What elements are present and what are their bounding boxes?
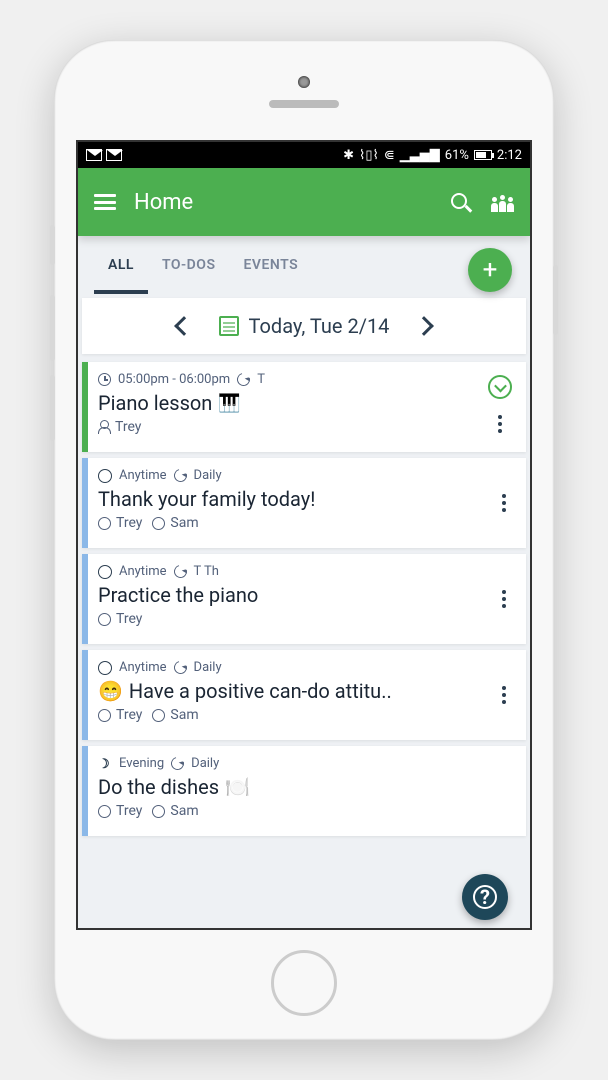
more-options-button[interactable]	[496, 488, 512, 518]
smile-emoji: 😁	[98, 679, 123, 703]
prev-day-button[interactable]	[174, 316, 194, 336]
date-navigator: Today, Tue 2/14	[82, 298, 526, 354]
phone-mute-switch	[50, 225, 55, 265]
add-button[interactable]: +	[468, 248, 512, 292]
battery-pct: 61%	[445, 148, 469, 163]
search-button[interactable]	[451, 193, 469, 211]
phone-volume-up	[50, 295, 55, 361]
repeat-icon	[235, 371, 253, 389]
task-card[interactable]: 05:00pm - 06:00pm T Piano lesson 🎹 Trey	[82, 362, 526, 452]
card-when: Anytime	[119, 564, 167, 579]
vibrate-icon: ⌇▯⌇	[359, 148, 379, 163]
status-bar: ✱ ⌇▯⌇ ⋐ ▁▃▅▇ 61% 2:12	[78, 142, 530, 168]
phone-frame: ✱ ⌇▯⌇ ⋐ ▁▃▅▇ 61% 2:12 Home ALL TO-DOS EV…	[54, 40, 554, 1040]
tab-events[interactable]: EVENTS	[230, 236, 313, 294]
page-title: Home	[134, 190, 193, 215]
repeat-icon	[171, 563, 189, 581]
phone-volume-down	[50, 375, 55, 441]
tab-all[interactable]: ALL	[94, 236, 148, 294]
tab-todos[interactable]: TO-DOS	[148, 236, 230, 294]
card-repeat: T	[257, 372, 265, 387]
date-label: Today, Tue 2/14	[249, 314, 390, 338]
bluetooth-icon: ✱	[343, 148, 354, 163]
card-when: Evening	[119, 756, 164, 771]
phone-camera	[298, 76, 310, 88]
card-repeat: Daily	[194, 468, 222, 483]
mail-notification-icon	[86, 149, 102, 161]
calendar-icon	[219, 316, 239, 336]
card-repeat: T Th	[194, 564, 219, 579]
task-card[interactable]: Anytime Daily 😁 Have a positive can-do a…	[82, 650, 526, 740]
dishes-emoji: 🍽️	[225, 775, 250, 799]
card-repeat: Daily	[194, 660, 222, 675]
repeat-icon	[171, 467, 189, 485]
card-title: Do the dishes	[98, 775, 219, 799]
assignee-name: Sam	[170, 707, 198, 723]
expand-button[interactable]	[488, 375, 512, 399]
repeat-icon	[169, 755, 187, 773]
status-time: 2:12	[497, 148, 522, 163]
card-title: Thank your family today!	[98, 487, 315, 511]
card-when: Anytime	[119, 660, 167, 675]
task-list: 05:00pm - 06:00pm T Piano lesson 🎹 Trey	[78, 362, 530, 836]
recurring-icon	[98, 661, 112, 675]
date-picker[interactable]: Today, Tue 2/14	[219, 314, 390, 338]
checkbox-empty-icon[interactable]	[152, 805, 165, 818]
more-options-button[interactable]	[492, 409, 508, 439]
clock-icon	[98, 373, 111, 386]
card-title: Piano lesson	[98, 391, 212, 415]
help-button[interactable]: ?	[462, 874, 508, 920]
tabs-area: ALL TO-DOS EVENTS +	[78, 236, 530, 294]
assignee-name: Trey	[116, 707, 142, 723]
card-time: 05:00pm - 06:00pm	[118, 372, 230, 387]
task-card[interactable]: Anytime Daily Thank your family today! T…	[82, 458, 526, 548]
assignee-name: Trey	[115, 419, 141, 435]
piano-emoji: 🎹	[218, 393, 240, 414]
app-bar: Home	[78, 168, 530, 236]
checkbox-empty-icon[interactable]	[98, 613, 111, 626]
battery-icon	[474, 150, 492, 160]
checkbox-empty-icon[interactable]	[152, 517, 165, 530]
people-button[interactable]	[491, 192, 514, 212]
more-options-button[interactable]	[496, 680, 512, 710]
phone-home-button[interactable]	[271, 950, 337, 1016]
checkbox-empty-icon[interactable]	[98, 517, 111, 530]
checkbox-empty-icon[interactable]	[98, 805, 111, 818]
assignee-name: Trey	[116, 515, 142, 531]
repeat-icon	[171, 659, 189, 677]
next-day-button[interactable]	[415, 316, 435, 336]
evening-icon: ☽	[98, 757, 112, 771]
assignee-name: Sam	[170, 803, 198, 819]
card-title: Have a positive can-do attitu..	[129, 679, 392, 703]
menu-button[interactable]	[94, 194, 116, 210]
checkbox-empty-icon[interactable]	[152, 709, 165, 722]
assignee-name: Trey	[116, 611, 142, 627]
checkbox-empty-icon[interactable]	[98, 709, 111, 722]
task-card[interactable]: Anytime T Th Practice the piano Trey	[82, 554, 526, 644]
card-title: Practice the piano	[98, 583, 258, 607]
recurring-icon	[98, 469, 112, 483]
more-options-button[interactable]	[496, 584, 512, 614]
phone-power-button	[553, 265, 558, 335]
recurring-icon	[98, 565, 112, 579]
phone-speaker	[269, 100, 339, 108]
screen: ✱ ⌇▯⌇ ⋐ ▁▃▅▇ 61% 2:12 Home ALL TO-DOS EV…	[76, 140, 532, 930]
signal-icon: ▁▃▅▇	[400, 148, 440, 163]
mail-notification-icon	[106, 149, 122, 161]
person-icon	[98, 420, 110, 434]
task-card[interactable]: ☽ Evening Daily Do the dishes 🍽️ Trey	[82, 746, 526, 836]
assignee-name: Sam	[170, 515, 198, 531]
card-repeat: Daily	[191, 756, 219, 771]
assignee-name: Trey	[116, 803, 142, 819]
card-when: Anytime	[119, 468, 167, 483]
wifi-icon: ⋐	[384, 148, 395, 163]
